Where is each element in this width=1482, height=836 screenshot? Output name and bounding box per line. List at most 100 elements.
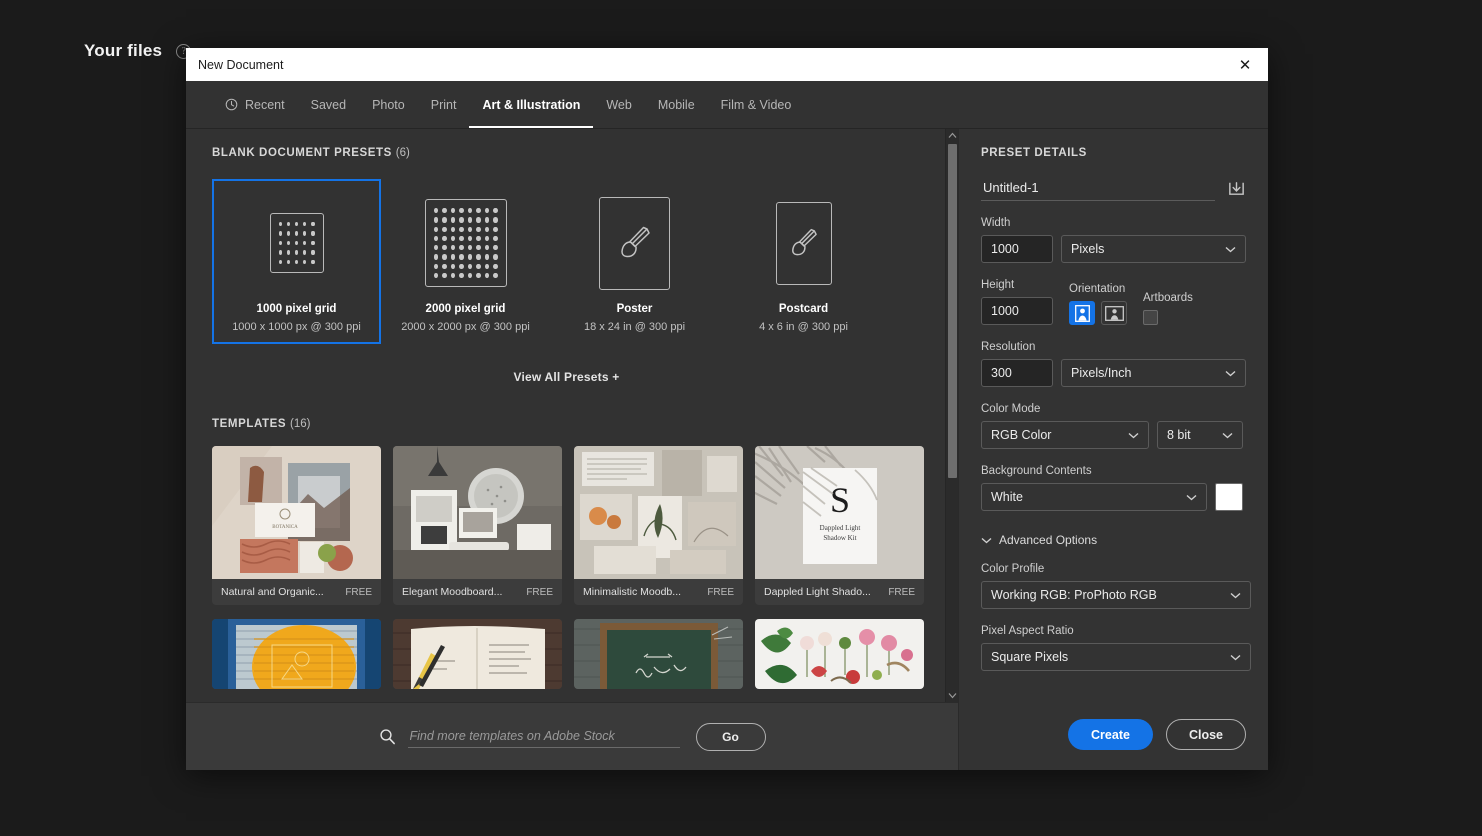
vertical-scrollbar[interactable] <box>945 129 958 702</box>
preset-name: Postcard <box>779 303 828 315</box>
template-card[interactable] <box>393 619 562 689</box>
template-card[interactable] <box>755 619 924 689</box>
scroll-area: BLANK DOCUMENT PRESETS (6) <box>186 129 958 702</box>
template-thumbnail: S Dappled Light Shadow Kit <box>755 446 924 579</box>
document-name-input[interactable] <box>981 175 1215 201</box>
close-button[interactable]: Close <box>1166 719 1246 750</box>
elegant-moodboard-image <box>393 446 562 579</box>
tab-saved[interactable]: Saved <box>298 81 359 128</box>
tab-photo[interactable]: Photo <box>359 81 418 128</box>
advanced-options-toggle[interactable]: Advanced Options <box>981 533 1246 547</box>
color-mode-select[interactable]: RGB Color <box>981 421 1149 449</box>
tab-film-and-video[interactable]: Film & Video <box>708 81 805 128</box>
resolution-input[interactable] <box>981 359 1053 387</box>
template-card[interactable] <box>212 619 381 689</box>
resolution-unit-value: Pixels/Inch <box>1071 366 1131 380</box>
preset-subtitle: 1000 x 1000 px @ 300 ppi <box>232 321 361 333</box>
height-orientation-group: Height Orientation <box>981 279 1246 325</box>
template-card[interactable] <box>574 619 743 689</box>
svg-text:S: S <box>830 480 850 520</box>
orientation-group: Orientation <box>1069 283 1127 325</box>
heading-text: TEMPLATES <box>212 418 286 430</box>
page-title: Your files <box>84 41 162 61</box>
chevron-down-icon <box>1186 494 1197 501</box>
dialog-title-bar: New Document ✕ <box>186 48 1268 81</box>
search-input[interactable] <box>408 725 680 748</box>
bit-depth-select[interactable]: 8 bit <box>1157 421 1243 449</box>
preset-subtitle: 2000 x 2000 px @ 300 ppi <box>401 321 530 333</box>
templates-heading: TEMPLATES (16) <box>212 418 921 430</box>
background-select[interactable]: White <box>981 483 1207 511</box>
go-button[interactable]: Go <box>696 723 766 751</box>
template-thumbnail: BOTANICA <box>212 446 381 579</box>
dialog-title: New Document <box>198 58 283 72</box>
template-name: Minimalistic Moodb... <box>583 586 681 598</box>
pixel-aspect-group: Pixel Aspect Ratio Square Pixels <box>981 625 1246 671</box>
tab-label: Print <box>431 98 457 112</box>
tab-art-and-illustration[interactable]: Art & Illustration <box>469 81 593 128</box>
landscape-orientation-icon[interactable] <box>1101 301 1127 325</box>
width-input[interactable] <box>981 235 1053 263</box>
background-value: White <box>991 490 1023 504</box>
preset-name: 2000 pixel grid <box>426 303 506 315</box>
template-name: Elegant Moodboard... <box>402 586 502 598</box>
minimalistic-moodboard-image <box>574 446 743 579</box>
template-card[interactable]: Minimalistic Moodb... FREE <box>574 446 743 605</box>
scroll-down-icon[interactable] <box>946 689 959 702</box>
search-icon[interactable] <box>379 728 396 745</box>
botanical-flatlay-image <box>755 619 924 689</box>
template-card[interactable]: BOTANICA Natural and Organic... <box>212 446 381 605</box>
background-color-swatch[interactable] <box>1215 483 1243 511</box>
pixel-aspect-label: Pixel Aspect Ratio <box>981 625 1246 637</box>
heading-count: (16) <box>290 418 310 430</box>
height-label: Height <box>981 279 1053 291</box>
save-preset-icon[interactable] <box>1227 179 1246 198</box>
height-input[interactable] <box>981 297 1053 325</box>
preset-card-1000-pixel-grid[interactable]: 1000 pixel grid 1000 x 1000 px @ 300 ppi <box>212 179 381 344</box>
tab-label: Mobile <box>658 98 695 112</box>
blank-presets-row: 1000 pixel grid 1000 x 1000 px @ 300 ppi <box>212 179 921 344</box>
dot-grid-icon <box>425 199 507 287</box>
template-badge: FREE <box>888 587 915 598</box>
resolution-group: Resolution Pixels/Inch <box>981 341 1246 387</box>
preset-card-postcard[interactable]: Postcard 4 x 6 in @ 300 ppi <box>719 179 888 344</box>
preset-card-2000-pixel-grid[interactable]: 2000 pixel grid 2000 x 2000 px @ 300 ppi <box>381 179 550 344</box>
paintbrush-icon <box>613 221 657 265</box>
scroll-up-icon[interactable] <box>946 129 959 142</box>
tab-recent[interactable]: Recent <box>212 81 298 128</box>
preset-name: Poster <box>617 303 653 315</box>
width-unit-select[interactable]: Pixels <box>1061 235 1246 263</box>
template-thumbnail <box>755 619 924 689</box>
svg-text:BOTANICA: BOTANICA <box>272 525 298 530</box>
artboards-checkbox[interactable] <box>1143 310 1158 325</box>
view-all-wrapper: View All Presets + <box>212 370 921 384</box>
color-profile-select[interactable]: Working RGB: ProPhoto RGB <box>981 581 1251 609</box>
stock-search-bar: Go <box>186 702 958 770</box>
portrait-orientation-icon[interactable] <box>1069 301 1095 325</box>
height-group: Height <box>981 279 1053 325</box>
template-card[interactable]: S Dappled Light Shadow Kit <box>755 446 924 605</box>
close-icon[interactable]: ✕ <box>1222 48 1268 81</box>
scrollbar-thumb[interactable] <box>948 144 957 478</box>
scrollbar-track[interactable] <box>946 142 959 689</box>
open-notebook-image <box>393 619 562 689</box>
template-thumbnail <box>212 619 381 689</box>
pixel-aspect-select[interactable]: Square Pixels <box>981 643 1251 671</box>
tab-label: Recent <box>245 98 285 112</box>
preset-card-poster[interactable]: Poster 18 x 24 in @ 300 ppi <box>550 179 719 344</box>
tab-mobile[interactable]: Mobile <box>645 81 708 128</box>
template-card[interactable]: Elegant Moodboard... FREE <box>393 446 562 605</box>
chalkboard-image <box>574 619 743 689</box>
chevron-down-icon <box>1230 592 1241 599</box>
tab-print[interactable]: Print <box>418 81 470 128</box>
view-all-presets-link[interactable]: View All Presets + <box>514 370 620 384</box>
pixel-aspect-value: Square Pixels <box>991 650 1068 664</box>
create-button[interactable]: Create <box>1068 719 1153 750</box>
tab-web[interactable]: Web <box>593 81 644 128</box>
template-label-bar: Minimalistic Moodb... FREE <box>574 579 743 605</box>
dialog-body: BLANK DOCUMENT PRESETS (6) <box>186 129 1268 770</box>
resolution-unit-select[interactable]: Pixels/Inch <box>1061 359 1246 387</box>
advanced-options-label: Advanced Options <box>999 533 1097 547</box>
dappled-light-shadow-image: S Dappled Light Shadow Kit <box>755 446 924 579</box>
width-unit-value: Pixels <box>1071 242 1104 256</box>
